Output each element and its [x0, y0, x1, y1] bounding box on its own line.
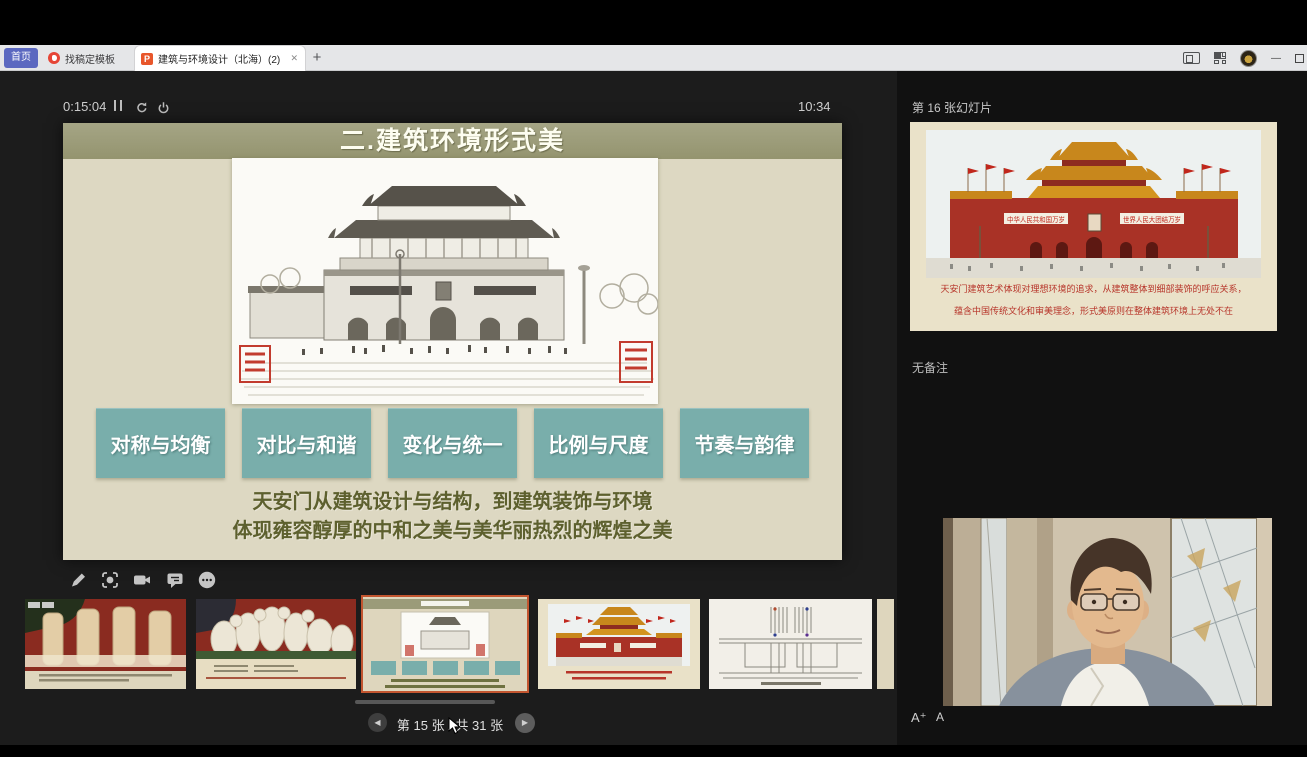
- tab-file-label: 建筑与环境设计（北海）(2).pptx: [158, 51, 280, 66]
- tab-template-label: 找稿定模板: [65, 51, 115, 66]
- prev-slide-button[interactable]: ◀: [368, 713, 387, 732]
- thumbnail-image: [363, 597, 527, 691]
- tabbar-right-controls: — ✕: [1176, 45, 1307, 71]
- slide-thumbnail-5[interactable]: [709, 599, 872, 689]
- next-slide-panel: 第 16 张幻灯片: [897, 71, 1307, 745]
- reset-timer-icon[interactable]: [134, 100, 150, 115]
- screen: 首页 找稿定模板 P 建筑与环境设计（北海）(2).pptx ✕ + — ✕ 0…: [0, 0, 1307, 757]
- pen-tool-icon[interactable]: [68, 570, 88, 590]
- tiananmen-photo: 中华人民共和国万岁 世界人民大团结万岁: [910, 122, 1277, 278]
- box-symmetry-balance: 对称与均衡: [96, 408, 225, 478]
- next-slide-button[interactable]: ▶: [515, 713, 535, 733]
- gaoding-logo-icon: [48, 52, 60, 64]
- preview-caption-line2: 蕴含中国传统文化和审美理念，形式美原则在整体建筑环境上无处不在: [910, 304, 1277, 317]
- next-slide-preview: 中华人民共和国万岁 世界人民大团结万岁: [910, 122, 1277, 331]
- new-tab-button[interactable]: +: [308, 48, 326, 68]
- camera-icon[interactable]: [132, 570, 152, 590]
- slide-thumbnail-1[interactable]: [25, 599, 186, 689]
- thumbnail-image: [709, 599, 872, 689]
- laser-pointer-icon[interactable]: [100, 570, 120, 590]
- apps-grid-icon[interactable]: [1214, 52, 1226, 64]
- banner-left-text: 中华人民共和国万岁: [1007, 215, 1065, 224]
- prev-icon: ◀: [374, 718, 380, 727]
- notes-font-increase-button[interactable]: A⁺: [911, 710, 927, 726]
- slide-thumbnail-4[interactable]: [538, 599, 700, 689]
- home-tab[interactable]: 首页: [4, 48, 38, 68]
- box-rhythm-cadence: 节奏与韵律: [680, 408, 809, 478]
- tab-presentation-file[interactable]: P 建筑与环境设计（北海）(2).pptx ✕: [134, 45, 306, 71]
- ppt-file-icon: P: [141, 53, 153, 65]
- box-contrast-harmony: 对比与和谐: [242, 408, 371, 478]
- principle-boxes: 对称与均衡 对比与和谐 变化与统一 比例与尺度 节奏与韵律: [96, 408, 809, 478]
- mouse-cursor: [448, 717, 462, 735]
- wall-clock: 10:34: [798, 99, 831, 114]
- slide-thumbnail-6-partial[interactable]: [877, 599, 894, 689]
- webcam-frame: [943, 518, 1272, 706]
- tiananmen-engraving-image: [232, 158, 658, 404]
- next-slide-header: 第 16 张幻灯片: [912, 99, 992, 116]
- current-slide: 二.建筑环境形式美: [63, 123, 842, 560]
- more-options-icon[interactable]: [197, 570, 217, 590]
- minimize-icon[interactable]: —: [1271, 53, 1281, 64]
- power-end-show-icon[interactable]: [156, 100, 171, 115]
- notes-font-decrease-button[interactable]: A: [936, 710, 944, 724]
- box-proportion-scale: 比例与尺度: [534, 408, 663, 478]
- next-icon: ▶: [522, 718, 528, 727]
- presenter-main-area: 0:15:04 10:34 二.建筑环境形式美: [0, 71, 897, 745]
- thumbnail-image: [25, 599, 186, 689]
- close-tab-icon[interactable]: ✕: [290, 53, 298, 64]
- slide-thumbnail-3-current[interactable]: [361, 595, 529, 693]
- banner-right-text: 世界人民大团结万岁: [1123, 215, 1181, 224]
- thumbnail-image: [877, 599, 894, 689]
- notes-placeholder: 无备注: [912, 359, 948, 376]
- sidebar-layout-icon[interactable]: [1183, 52, 1200, 64]
- thumbnail-image: [196, 599, 356, 689]
- pause-timer-icon[interactable]: [114, 100, 122, 111]
- box-variation-unity: 变化与统一: [388, 408, 517, 478]
- presenter-webcam-video[interactable]: [943, 518, 1272, 706]
- comment-icon[interactable]: [165, 570, 185, 590]
- elapsed-timer: 0:15:04: [63, 99, 106, 114]
- thumbnail-image: [538, 599, 700, 689]
- user-avatar[interactable]: [1240, 50, 1257, 67]
- thumbnail-scrollbar[interactable]: [355, 700, 495, 704]
- slide-caption-line2: 体现雍容醇厚的中和之美与美华丽热烈的辉煌之美: [63, 514, 842, 543]
- restore-window-icon[interactable]: [1295, 54, 1304, 63]
- bottom-black-strip: [0, 745, 1307, 757]
- browser-tab-bar: 首页 找稿定模板 P 建筑与环境设计（北海）(2).pptx ✕ + — ✕: [0, 45, 1307, 71]
- slide-thumbnail-2[interactable]: [196, 599, 356, 689]
- tab-template[interactable]: 找稿定模板: [46, 45, 132, 71]
- slide-title: 二.建筑环境形式美: [63, 123, 842, 159]
- preview-caption-line1: 天安门建筑艺术体现对理想环境的追求，从建筑整体到细部装饰的呼应关系，: [910, 282, 1277, 295]
- slide-caption-line1: 天安门从建筑设计与结构，到建筑装饰与环境: [63, 485, 842, 514]
